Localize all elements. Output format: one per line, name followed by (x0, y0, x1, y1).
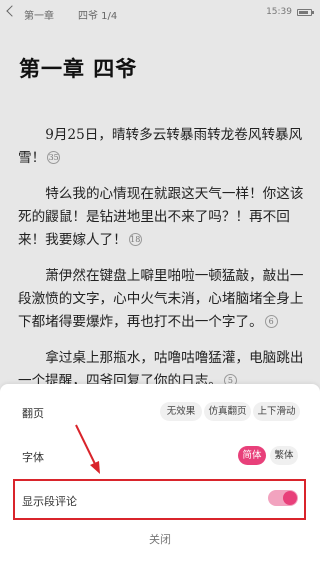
chapter-crumb: 第一章 (24, 11, 54, 22)
page-info: 四爷 1/4 (78, 11, 118, 22)
battery-icon (297, 9, 314, 16)
page-turn-label: 翻页 (22, 407, 44, 420)
page-turn-option-simulate[interactable]: 仿真翻页 (204, 402, 251, 421)
paragraph-text: 9月25日，晴转多云转暴雨转龙卷风转暴风雪！ (18, 127, 303, 166)
chapter-content: 9月25日，晴转多云转暴雨转龙卷风转暴风雪！ 35 特么我的心情现在就跟这天气一样… (18, 124, 304, 406)
page-turn-option-none[interactable]: 无效果 (160, 402, 202, 421)
comment-count-badge[interactable]: 35 (47, 151, 61, 164)
comment-count-badge[interactable]: 6 (264, 315, 278, 328)
page-turn-option-scroll[interactable]: 上下滑动 (253, 402, 300, 421)
chapter-title: 第一章 四爷 (19, 56, 138, 81)
annotation-highlight-box (13, 479, 306, 520)
font-option-traditional[interactable]: 繁体 (270, 446, 298, 465)
close-button[interactable]: 关闭 (120, 530, 200, 550)
status-bar: 第一章 四爷 1/4 15:39 (0, 0, 320, 26)
paragraph-text: 萧伊然在键盘上噼里啪啦一顿猛敲，敲出一段激愤的文字，心中火气未消，心堵脑堵全身上… (18, 268, 304, 330)
clock: 15:39 (266, 7, 292, 17)
paragraph: 萧伊然在键盘上噼里啪啦一顿猛敲，敲出一段激愤的文字，心中火气未消，心堵脑堵全身上… (18, 265, 304, 334)
comment-count-badge[interactable]: 18 (128, 233, 142, 246)
paragraph: 特么我的心情现在就跟这天气一样！你这该死的鼹鼠！是钻进地里出不来了吗？！再不回来… (18, 183, 304, 252)
font-option-simplified[interactable]: 简体 (238, 446, 266, 465)
paragraph-text: 特么我的心情现在就跟这天气一样！你这该死的鼹鼠！是钻进地里出不来了吗？！再不回来… (18, 186, 304, 248)
paragraph: 9月25日，晴转多云转暴雨转龙卷风转暴风雪！ 35 (18, 124, 304, 170)
font-label: 字体 (22, 451, 44, 464)
back-arrow-icon[interactable] (6, 5, 18, 17)
